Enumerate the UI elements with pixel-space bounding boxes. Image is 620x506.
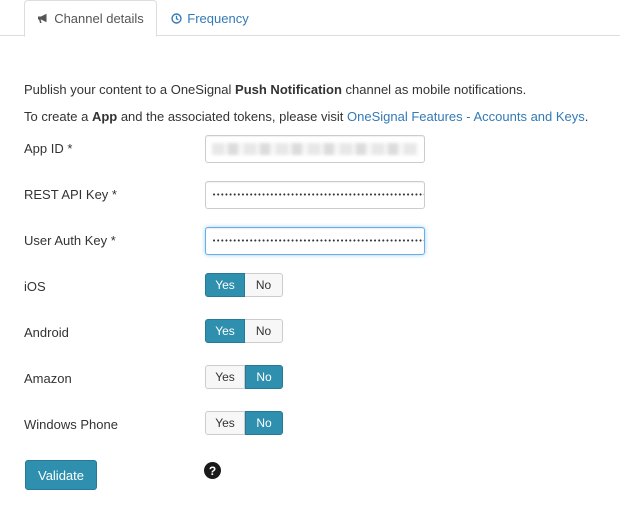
tab-bar: Channel details Frequency [0, 0, 620, 37]
intro-text: channel as mobile notifications. [341, 82, 527, 97]
rest-api-key-field[interactable]: ••••••••••••••••••••••••••••••••••••••••… [205, 181, 425, 209]
intro-bold: Push Notification [235, 82, 342, 97]
amazon-yes-button[interactable]: Yes [205, 365, 245, 389]
android-no-button[interactable]: No [245, 319, 283, 343]
android-toggle: Yes No [205, 319, 283, 343]
tab-label: Channel details [54, 11, 144, 26]
windows-phone-toggle: Yes No [205, 411, 283, 435]
user-auth-key-field[interactable]: ••••••••••••••••••••••••••••••••••••••••… [205, 227, 425, 255]
amazon-no-button[interactable]: No [245, 365, 283, 389]
question-circle-icon[interactable]: ? [204, 462, 221, 479]
onesignal-keys-link[interactable]: OneSignal Features - Accounts and Keys [347, 109, 585, 124]
app-id-label: App ID * [24, 141, 73, 156]
intro-text: . [584, 109, 589, 124]
windows-phone-yes-button[interactable]: Yes [205, 411, 245, 435]
amazon-toggle: Yes No [205, 365, 283, 389]
ios-label: iOS [24, 279, 46, 294]
validate-button[interactable]: Validate [25, 460, 97, 490]
intro-line-2: To create a App and the associated token… [24, 109, 588, 124]
tab-channel-details[interactable]: Channel details [24, 0, 157, 37]
intro-text: and the associated tokens, please visit [117, 109, 348, 124]
ios-toggle: Yes No [205, 273, 283, 297]
intro-bold: App [91, 109, 118, 124]
windows-phone-no-button[interactable]: No [245, 411, 283, 435]
megaphone-icon [37, 13, 49, 24]
android-label: Android [24, 325, 69, 340]
intro-line-1: Publish your content to a OneSignal Push… [24, 82, 526, 97]
user-auth-key-label: User Auth Key * [24, 233, 116, 248]
amazon-label: Amazon [24, 371, 72, 386]
tab-frequency[interactable]: Frequency [160, 0, 260, 36]
ios-yes-button[interactable]: Yes [205, 273, 245, 297]
redacted-value [212, 143, 418, 155]
clock-icon [171, 12, 182, 24]
ios-no-button[interactable]: No [245, 273, 283, 297]
app-id-field[interactable] [205, 135, 425, 163]
rest-api-key-label: REST API Key * [24, 187, 117, 202]
intro-text: Publish your content to a OneSignal [24, 82, 236, 97]
tab-label: Frequency [187, 10, 249, 26]
intro-text: To create a [24, 109, 92, 124]
android-yes-button[interactable]: Yes [205, 319, 245, 343]
windows-phone-label: Windows Phone [24, 417, 118, 432]
